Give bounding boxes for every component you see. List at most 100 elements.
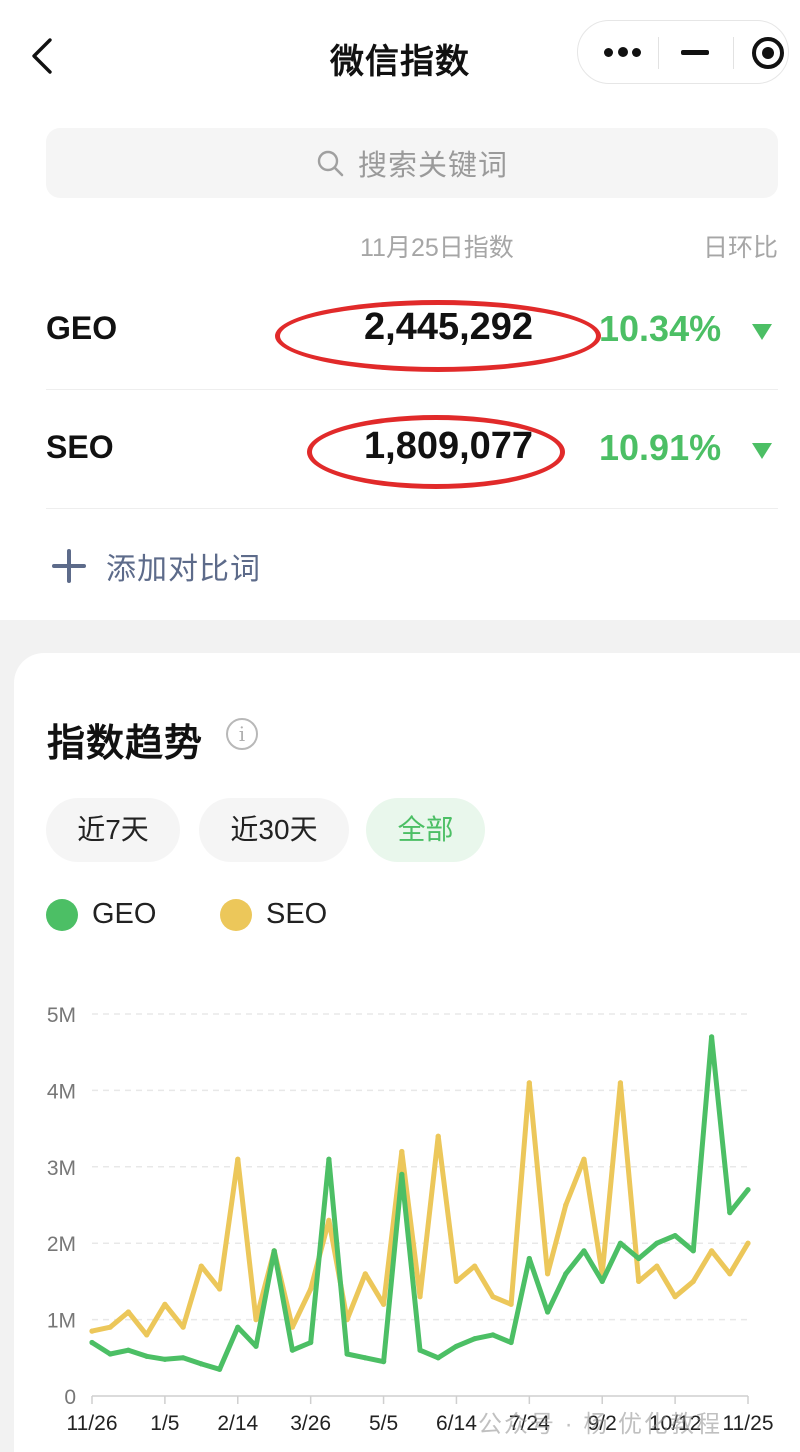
data-point-seo bbox=[453, 1278, 459, 1284]
data-point-geo bbox=[399, 1171, 405, 1177]
capsule-divider bbox=[658, 37, 659, 69]
trend-title: 指数趋势 bbox=[47, 723, 204, 765]
data-point-geo bbox=[89, 1339, 95, 1346]
data-point-seo bbox=[690, 1278, 696, 1284]
data-point-geo bbox=[472, 1336, 478, 1342]
add-compare-button[interactable]: 添加对比词 bbox=[52, 540, 261, 592]
keyword-label: SEO bbox=[46, 429, 114, 465]
search-icon bbox=[317, 150, 344, 177]
x-tick-label: 2/14 bbox=[217, 1412, 258, 1435]
more-icon[interactable] bbox=[602, 45, 642, 61]
y-tick-label: 5M bbox=[47, 1004, 76, 1027]
data-point-seo bbox=[417, 1294, 423, 1300]
data-point-seo bbox=[490, 1294, 496, 1300]
keyword-label: GEO bbox=[46, 310, 118, 346]
data-point-seo bbox=[745, 1240, 751, 1246]
trend-chart[interactable]: 01M2M3M4M5M11/26 1/5 2/14 3/26 5/5 6/14 7/24 9/… bbox=[0, 980, 800, 1452]
search-bar[interactable]: 搜索关键词 bbox=[46, 128, 778, 198]
data-point-geo bbox=[253, 1343, 259, 1349]
tab-30-days[interactable]: 近30天 bbox=[199, 798, 349, 862]
change-percent: 10.34% bbox=[599, 308, 722, 349]
data-point-seo bbox=[672, 1294, 678, 1300]
data-point-seo bbox=[508, 1301, 514, 1307]
data-point-geo bbox=[581, 1248, 587, 1254]
index-value: 2,445,292 bbox=[364, 306, 534, 348]
info-icon[interactable]: i bbox=[226, 718, 258, 750]
data-point-geo bbox=[271, 1248, 277, 1254]
nav-bar: 微信指数 bbox=[0, 0, 800, 112]
data-point-geo bbox=[508, 1339, 514, 1346]
index-date-header: 11月25日指数 bbox=[360, 234, 514, 262]
index-value: 1,809,077 bbox=[364, 425, 534, 467]
x-tick-label: 5/5 bbox=[369, 1412, 398, 1435]
data-point-geo bbox=[453, 1343, 459, 1349]
add-compare-label: 添加对比词 bbox=[106, 553, 261, 586]
keyword-row-seo[interactable]: SEO 1,809,077 10.91% bbox=[46, 391, 778, 509]
minimize-icon[interactable] bbox=[681, 50, 709, 55]
data-point-seo bbox=[198, 1263, 204, 1269]
data-point-geo bbox=[727, 1210, 733, 1216]
data-point-seo bbox=[709, 1248, 715, 1254]
data-point-seo bbox=[144, 1332, 150, 1338]
y-tick-label: 0 bbox=[64, 1386, 76, 1409]
x-tick-label: 11/26 bbox=[67, 1412, 118, 1435]
data-point-seo bbox=[654, 1263, 660, 1269]
data-point-geo bbox=[381, 1359, 387, 1365]
y-tick-label: 1M bbox=[47, 1310, 76, 1333]
legend-item-geo[interactable]: GEO bbox=[46, 898, 156, 931]
data-point-geo bbox=[289, 1347, 295, 1353]
data-point-seo bbox=[308, 1286, 314, 1292]
data-point-geo bbox=[545, 1309, 551, 1315]
tab-all[interactable]: 全部 bbox=[366, 798, 485, 862]
data-point-geo bbox=[326, 1156, 332, 1162]
tab-7-days[interactable]: 近7天 bbox=[46, 798, 180, 862]
data-point-seo bbox=[545, 1271, 551, 1277]
data-point-geo bbox=[709, 1034, 715, 1040]
capsule-divider bbox=[733, 37, 734, 69]
data-point-seo bbox=[217, 1286, 223, 1292]
legend-dot-seo bbox=[220, 898, 252, 931]
data-point-seo bbox=[253, 1317, 259, 1323]
data-point-seo bbox=[235, 1156, 241, 1162]
data-point-geo bbox=[217, 1366, 223, 1372]
data-point-geo bbox=[672, 1233, 678, 1239]
data-point-geo bbox=[107, 1351, 113, 1357]
data-point-geo bbox=[125, 1347, 131, 1353]
keyword-row-geo[interactable]: GEO 2,445,292 10.34% bbox=[46, 272, 778, 390]
data-point-seo bbox=[125, 1309, 131, 1315]
data-point-seo bbox=[472, 1263, 478, 1269]
y-tick-label: 3M bbox=[47, 1157, 76, 1180]
data-point-geo bbox=[235, 1324, 241, 1330]
data-point-seo bbox=[362, 1271, 368, 1277]
legend-dot-geo bbox=[46, 898, 78, 931]
data-point-geo bbox=[198, 1361, 204, 1367]
x-tick-label: 3/26 bbox=[290, 1412, 331, 1435]
data-point-seo bbox=[399, 1148, 405, 1155]
data-point-seo bbox=[435, 1133, 441, 1139]
data-point-geo bbox=[526, 1255, 532, 1262]
day-ratio-header: 日环比 bbox=[702, 234, 778, 262]
data-point-seo bbox=[180, 1324, 186, 1330]
y-tick-label: 4M bbox=[47, 1080, 76, 1103]
legend-label-geo: GEO bbox=[92, 898, 157, 930]
data-point-geo bbox=[162, 1356, 168, 1362]
data-point-geo bbox=[344, 1351, 350, 1357]
search-input[interactable]: 搜索关键词 bbox=[358, 142, 508, 184]
legend-item-seo[interactable]: SEO bbox=[220, 898, 327, 931]
data-point-geo bbox=[654, 1240, 660, 1246]
data-point-geo bbox=[180, 1355, 186, 1361]
y-tick-label: 2M bbox=[47, 1233, 76, 1256]
data-point-seo bbox=[381, 1301, 387, 1307]
data-point-geo bbox=[490, 1332, 496, 1338]
data-point-seo bbox=[727, 1271, 733, 1277]
data-point-seo bbox=[326, 1217, 332, 1223]
data-point-seo bbox=[617, 1080, 624, 1086]
plus-icon bbox=[52, 549, 86, 583]
data-point-seo bbox=[89, 1328, 95, 1334]
data-point-geo bbox=[690, 1248, 696, 1254]
close-target-icon[interactable] bbox=[752, 37, 784, 69]
watermark: 公众号 · 杨 优化教程 bbox=[478, 1411, 722, 1438]
legend-label-seo: SEO bbox=[266, 898, 328, 930]
series-line-geo bbox=[89, 1034, 751, 1372]
down-triangle-icon bbox=[752, 443, 772, 459]
